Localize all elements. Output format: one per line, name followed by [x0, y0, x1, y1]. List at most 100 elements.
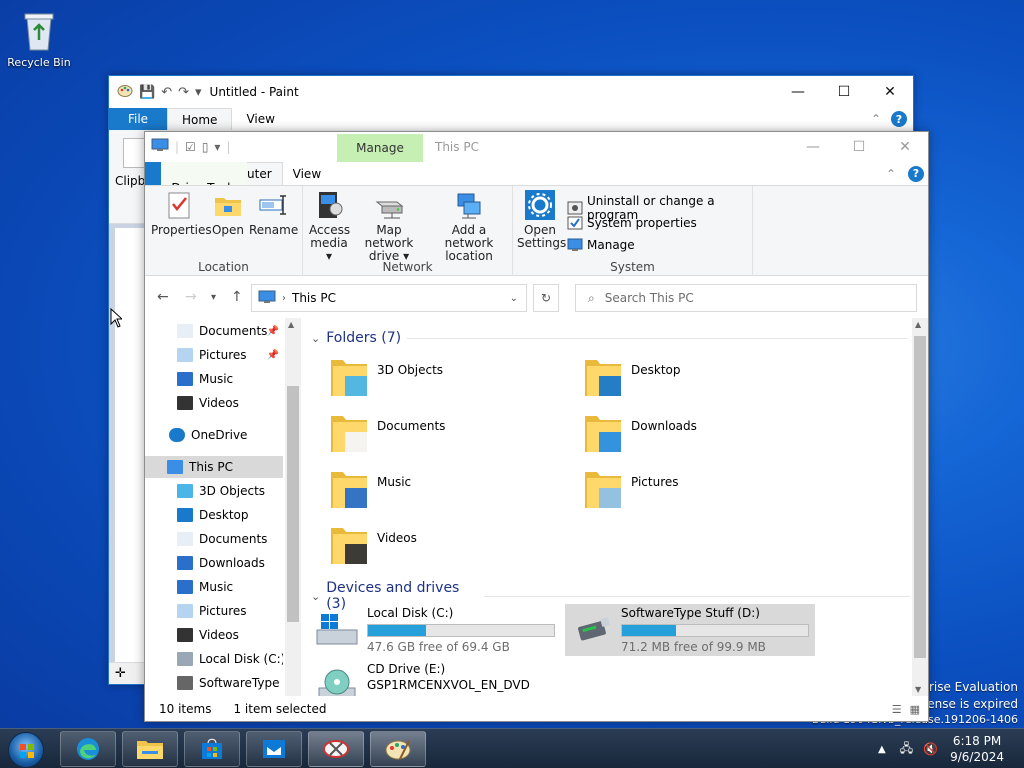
back-arrow-icon[interactable]: ←	[157, 289, 169, 305]
pin-icon[interactable]: 📌	[267, 350, 279, 361]
scroll-up-icon[interactable]: ▲	[288, 320, 294, 329]
navigation-scroll-thumb[interactable]	[287, 386, 299, 622]
explorer-close-button[interactable]: ✕	[882, 132, 928, 162]
clock[interactable]: 6:18 PM 9/6/2024	[950, 733, 1004, 765]
content-pane[interactable]: ⌄ Folders (7) 3D Objects Desktop Documents…	[303, 318, 910, 696]
taskbar-edge[interactable]	[60, 731, 116, 767]
undo-icon[interactable]: ↶	[161, 85, 172, 100]
collapse-ribbon-icon[interactable]: ⌃	[886, 167, 896, 181]
access-media-button[interactable]: Access media ▾	[309, 190, 350, 263]
folder-desktop[interactable]: Desktop	[583, 356, 833, 408]
address-text[interactable]: This PC	[292, 291, 336, 305]
paint-title-bar[interactable]: 💾 ↶ ↷ ▾ Untitled - Paint — ☐ ✕	[109, 76, 913, 108]
search-box[interactable]: ⌕ Search This PC	[575, 284, 917, 312]
content-scrollbar[interactable]: ▲ ▼	[912, 318, 928, 696]
folder-pictures[interactable]: Pictures	[583, 468, 833, 520]
start-button[interactable]	[8, 732, 44, 768]
drive-softwaretype-stuff-d[interactable]: SoftwareType Stuff (D:) 71.2 MB free of 9…	[565, 604, 815, 656]
explorer-window[interactable]: | ☑ ▯ ▾ | Manage This PC — ☐ ✕ File Comp…	[144, 131, 929, 722]
nav-item-onedrive[interactable]: OneDrive	[145, 424, 283, 446]
explorer-minimize-button[interactable]: —	[790, 132, 836, 162]
nav-item-pictures[interactable]: Pictures	[145, 600, 283, 622]
properties-button[interactable]: Properties	[151, 190, 212, 237]
large-icons-view-icon[interactable]: ▦	[910, 703, 920, 716]
folder-documents[interactable]: Documents	[329, 412, 579, 464]
nav-item-documents[interactable]: Documents 📌	[145, 320, 283, 342]
system-properties-button[interactable]: System properties	[567, 216, 697, 230]
redo-icon[interactable]: ↷	[178, 85, 189, 100]
recent-locations-icon[interactable]: ▾	[211, 292, 216, 303]
nav-item-this-pc[interactable]: This PC	[145, 456, 283, 478]
save-icon[interactable]: 💾	[139, 85, 155, 100]
paint-help-icon[interactable]: ?	[891, 111, 907, 127]
nav-item-downloads[interactable]: Downloads	[145, 552, 283, 574]
volume-muted-icon[interactable]: 🔇	[923, 742, 938, 756]
new-folder-qat-icon[interactable]: ▯	[202, 140, 209, 154]
collapse-chevron-icon[interactable]: ⌄	[311, 332, 320, 345]
manage-context-tab[interactable]: Manage	[337, 134, 423, 162]
content-scroll-thumb[interactable]	[914, 336, 926, 658]
network-icon[interactable]: 🖧	[900, 739, 913, 760]
folders-section-header[interactable]: ⌄ Folders (7)	[311, 330, 908, 346]
add-network-location-button[interactable]: Add a network location	[429, 190, 509, 263]
collapse-chevron-icon[interactable]: ⌄	[311, 590, 320, 603]
taskbar-mail[interactable]	[246, 731, 302, 767]
paint-app-icon[interactable]	[117, 82, 133, 102]
taskbar-store[interactable]	[184, 731, 240, 767]
paint-close-button[interactable]: ✕	[867, 76, 913, 108]
breadcrumb-chevron-icon[interactable]: ›	[282, 293, 286, 304]
address-bar[interactable]: › This PC ⌄	[251, 284, 527, 312]
nav-item-music[interactable]: Music	[145, 368, 283, 390]
nav-item-music[interactable]: Music	[145, 576, 283, 598]
paint-minimize-button[interactable]: —	[775, 76, 821, 108]
open-button[interactable]: Open	[209, 190, 247, 237]
drive-local-disk-c[interactable]: Local Disk (C:) 47.6 GB free of 69.4 GB	[311, 604, 561, 656]
up-arrow-icon[interactable]: ↑	[231, 289, 243, 305]
nav-item-desktop[interactable]: Desktop	[145, 504, 283, 526]
nav-item-videos[interactable]: Videos	[145, 392, 283, 414]
nav-item-pictures[interactable]: Pictures 📌	[145, 344, 283, 366]
refresh-button[interactable]: ↻	[533, 284, 559, 312]
forward-arrow-icon[interactable]: →	[185, 289, 197, 305]
help-icon[interactable]: ?	[908, 165, 924, 182]
customize-qat-icon[interactable]: ▾	[214, 140, 220, 154]
paint-tab-home[interactable]: Home	[167, 108, 233, 130]
pin-icon[interactable]: 📌	[267, 326, 279, 337]
open-settings-button[interactable]: Open Settings	[517, 190, 566, 250]
explorer-maximize-button[interactable]: ☐	[836, 132, 882, 162]
address-dropdown-icon[interactable]: ⌄	[510, 293, 518, 304]
nav-item-documents[interactable]: Documents	[145, 528, 283, 550]
recycle-bin-desktop-icon[interactable]: Recycle Bin	[6, 8, 72, 69]
nav-item-softwaretype-stuff-d[interactable]: SoftwareType Stuff (D:)	[145, 672, 283, 694]
paint-tab-file[interactable]: File	[109, 108, 167, 130]
folder-3d-objects[interactable]: 3D Objects	[329, 356, 579, 408]
customize-qat-icon[interactable]: ▾	[195, 85, 202, 100]
folder-downloads[interactable]: Downloads	[583, 412, 833, 464]
paint-canvas[interactable]	[115, 228, 145, 662]
show-hidden-icons-icon[interactable]: ▲	[878, 744, 886, 755]
navigation-pane-scrollbar[interactable]: ▲	[285, 318, 301, 696]
taskbar-file-explorer[interactable]	[122, 731, 178, 767]
rename-button[interactable]: Rename	[249, 190, 298, 237]
scroll-up-icon[interactable]: ▲	[915, 320, 921, 329]
navigation-pane[interactable]: Documents 📌 Pictures 📌 Music Videos OneDrive Th…	[145, 318, 285, 696]
taskbar-paint[interactable]	[370, 731, 426, 767]
paint-collapse-ribbon-icon[interactable]: ⌃	[871, 112, 881, 126]
paint-tab-view[interactable]: View	[232, 108, 288, 130]
manage-button[interactable]: Manage	[567, 238, 635, 252]
tab-view[interactable]: View	[283, 162, 331, 185]
nav-item-local-disk-c[interactable]: Local Disk (C:)	[145, 648, 283, 670]
folder-music[interactable]: Music	[329, 468, 579, 520]
details-view-icon[interactable]: ☰	[892, 703, 902, 716]
scroll-down-icon[interactable]: ▼	[915, 685, 921, 694]
nav-item-3d-objects[interactable]: 3D Objects	[145, 480, 283, 502]
this-pc-small-icon[interactable]	[151, 138, 169, 155]
taskbar-snipping-tool[interactable]	[308, 731, 364, 767]
nav-item-videos[interactable]: Videos	[145, 624, 283, 646]
explorer-title-bar[interactable]: | ☑ ▯ ▾ | Manage This PC — ☐ ✕	[145, 132, 928, 162]
folder-videos[interactable]: Videos	[329, 524, 579, 576]
paint-maximize-button[interactable]: ☐	[821, 76, 867, 108]
paste-icon[interactable]	[123, 138, 145, 168]
drive-cd-drive-e[interactable]: CD Drive (E:)GSP1RMCENXVOL_EN_DVD0 bytes…	[311, 660, 561, 696]
map-network-drive-button[interactable]: Map network drive ▾	[353, 190, 425, 263]
